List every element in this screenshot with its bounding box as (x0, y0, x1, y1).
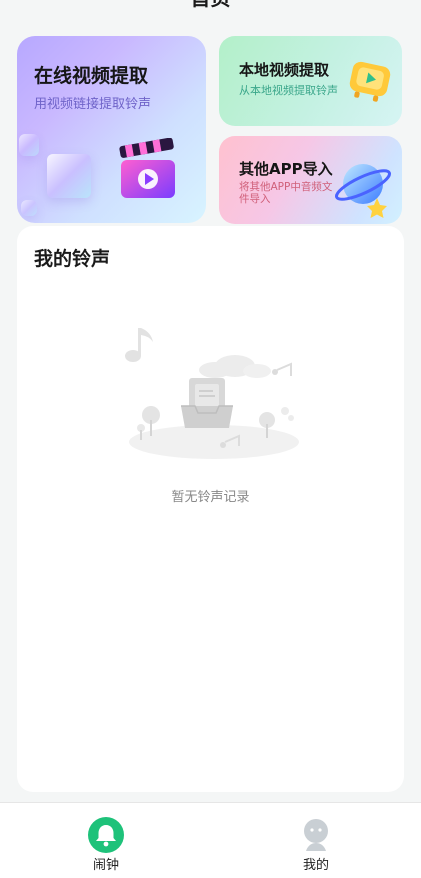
my-ringtones-panel: 我的铃声 暂无铃声记录 (17, 226, 404, 792)
other-app-import-card[interactable]: 其他APP导入 将其他APP中音频文件导入 (219, 136, 402, 224)
alarm-bell-icon (88, 817, 124, 853)
local-video-extract-title: 本地视频提取 (239, 61, 330, 79)
nav-alarm-label: 闹钟 (92, 858, 119, 873)
other-app-import-title: 其他APP导入 (239, 160, 333, 178)
local-video-extract-card[interactable]: 本地视频提取 从本地视频提取铃声 (219, 36, 402, 126)
online-video-extract-card[interactable]: 在线视频提取 用视频链接提取铃声 (17, 36, 206, 223)
local-video-extract-subtitle: 从本地视频提取铃声 (239, 84, 338, 97)
my-ringtones-heading: 我的铃声 (34, 248, 111, 270)
clapperboard-icon (119, 138, 175, 198)
planet-icon (335, 164, 391, 218)
home-screen: 首页 在线视频提取 用视频链接提取铃声 本 (0, 0, 421, 878)
profile-icon (304, 819, 328, 851)
nav-alarm[interactable]: 闹钟 (66, 817, 146, 873)
bottom-nav: 闹钟 我的 (0, 802, 421, 878)
nav-mine[interactable]: 我的 (276, 817, 356, 873)
page-title: 首页 (0, 0, 421, 14)
empty-inbox-illustration (125, 328, 299, 459)
decor-cube-icon (47, 154, 91, 198)
tv-icon (349, 61, 391, 102)
online-video-extract-subtitle: 用视频链接提取铃声 (34, 97, 152, 112)
decor-cube-icon (21, 200, 37, 216)
online-video-extract-title: 在线视频提取 (34, 65, 149, 87)
decor-cube-icon (19, 134, 39, 156)
other-app-import-subtitle: 将其他APP中音频文件导入 (239, 181, 333, 205)
nav-mine-label: 我的 (302, 858, 329, 873)
empty-state-text: 暂无铃声记录 (171, 490, 250, 505)
